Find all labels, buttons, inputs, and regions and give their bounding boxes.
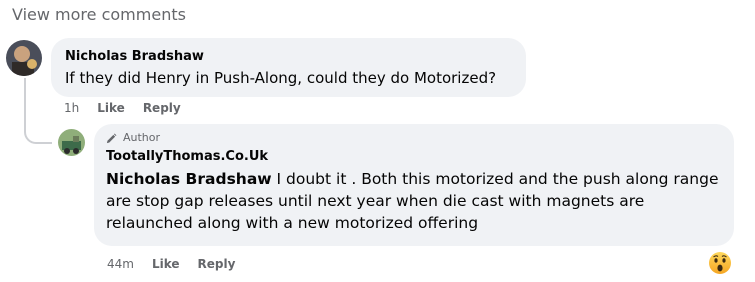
comment-timestamp[interactable]: 1h bbox=[64, 101, 79, 115]
avatar[interactable] bbox=[58, 129, 85, 156]
author-badge: Author bbox=[106, 131, 722, 145]
avatar[interactable] bbox=[6, 40, 42, 76]
author-badge-label: Author bbox=[123, 131, 161, 144]
profile-photo-icon bbox=[58, 129, 85, 156]
comment-text: If they did Henry in Push-Along, could t… bbox=[65, 69, 497, 87]
comment-author-name[interactable]: TootallyThomas.Co.Uk bbox=[106, 148, 722, 165]
comment-bubble: Author TootallyThomas.Co.Uk Nicholas Bra… bbox=[94, 124, 734, 246]
profile-photo-icon bbox=[6, 40, 42, 76]
comment-actions: 1h Like Reply bbox=[64, 101, 199, 115]
view-more-comments-link[interactable]: View more comments bbox=[12, 5, 186, 24]
comment-text: Nicholas Bradshaw I doubt it . Both this… bbox=[106, 168, 722, 234]
mention-tag[interactable]: Nicholas Bradshaw bbox=[106, 170, 272, 188]
pencil-icon bbox=[106, 133, 117, 143]
reply-button[interactable]: Reply bbox=[198, 257, 236, 271]
like-button[interactable]: Like bbox=[152, 257, 180, 271]
reply-button[interactable]: Reply bbox=[143, 101, 181, 115]
like-button[interactable]: Like bbox=[97, 101, 125, 115]
comment-author-name[interactable]: Nicholas Bradshaw bbox=[65, 48, 512, 65]
comment-actions: 44m Like Reply bbox=[107, 257, 253, 271]
comment-timestamp[interactable]: 44m bbox=[107, 257, 134, 271]
comment-bubble: Nicholas Bradshaw If they did Henry in P… bbox=[51, 38, 526, 97]
wow-emoji-icon[interactable] bbox=[708, 251, 732, 275]
thread-connector-line bbox=[24, 78, 52, 144]
